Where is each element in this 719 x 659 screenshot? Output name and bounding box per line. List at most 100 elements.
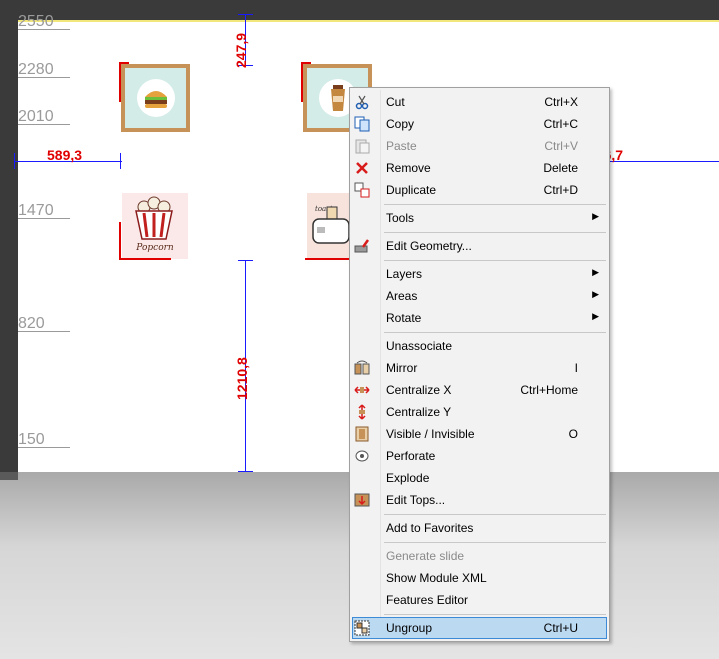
menu-item-label: Mirror [386,361,418,375]
menu-item-perforate[interactable]: Perforate [352,445,607,467]
menu-item-shortcut: O [568,427,578,441]
menu-item-centralize-x[interactable]: Centralize X Ctrl+Home [352,379,607,401]
ruler-tick [18,29,70,30]
submenu-arrow-icon: ▶ [592,311,599,321]
menu-item-label: Remove [386,161,431,175]
menu-item-ungroup[interactable]: Ungroup Ctrl+U [352,617,607,639]
menu-separator [384,260,606,261]
menu-item-label: Edit Geometry... [386,239,472,253]
menu-item-label: Add to Favorites [386,521,474,535]
menu-item-label: Generate slide [386,549,465,563]
menu-item-copy[interactable]: Copy Ctrl+C [352,113,607,135]
menu-item-label: Rotate [386,311,422,325]
ruler-label: 2010 [18,108,54,125]
edit-geometry-icon [354,239,370,253]
dimension-end-tick [238,471,253,472]
menu-item-label: Visible / Invisible [386,427,475,441]
menu-item-explode[interactable]: Explode [352,467,607,489]
menu-item-label: Explode [386,471,430,485]
menu-separator [384,332,606,333]
menu-item-label: Areas [386,289,418,303]
menu-item-features-editor[interactable]: Features Editor [352,589,607,611]
menu-item-shortcut: Ctrl+X [544,95,578,109]
menu-item-label: Cut [386,95,405,109]
menu-separator [384,614,606,615]
menu-item-shortcut: Ctrl+D [543,183,578,197]
menu-separator [384,204,606,205]
menu-item-generate-slide[interactable]: Generate slide [352,545,607,567]
menu-item-layers[interactable]: Layers ▶ [352,263,607,285]
dimension-label-left: 589,3 [47,147,83,163]
edit-tops-icon [354,493,370,507]
ungroup-icon [354,620,370,636]
visibility-icon [355,426,369,442]
menu-item-label: Ungroup [386,621,433,635]
menu-item-unassociate[interactable]: Unassociate [352,335,607,357]
menu-item-label: Perforate [386,449,436,463]
menu-item-tools[interactable]: Tools ▶ [352,207,607,229]
submenu-arrow-icon: ▶ [592,211,599,221]
ruler-tick [18,331,70,332]
menu-item-remove[interactable]: Remove Delete [352,157,607,179]
menu-item-duplicate[interactable]: Duplicate Ctrl+D [352,179,607,201]
menu-separator [384,514,606,515]
menu-item-label: Tools [386,211,415,225]
menu-item-label: Show Module XML [386,571,487,585]
menu-item-paste[interactable]: Paste Ctrl+V [352,135,607,157]
menu-item-label: Unassociate [386,339,453,353]
menu-item-visible-invisible[interactable]: Visible / Invisible O [352,423,607,445]
menu-item-mirror[interactable]: Mirror I [352,357,607,379]
menu-item-label: Features Editor [386,593,469,607]
context-menu: Cut Ctrl+X Copy Ctrl+C Paste Ctrl+V Remo… [349,87,610,642]
menu-item-label: Duplicate [386,183,437,197]
ruler-tick [18,77,70,78]
selection-corner [301,62,311,102]
menu-item-areas[interactable]: Areas ▶ [352,285,607,307]
ruler-label: 1470 [18,202,54,219]
menu-item-edit-geometry[interactable]: Edit Geometry... [352,235,607,257]
remove-x-icon [356,162,368,174]
menu-item-add-to-favorites[interactable]: Add to Favorites [352,517,607,539]
menu-item-cut[interactable]: Cut Ctrl+X [352,91,607,113]
viewport-left-wall [0,20,18,480]
ruler-tick [18,447,70,448]
burger-frame[interactable] [121,64,190,132]
viewport-top-bar [0,0,719,20]
submenu-arrow-icon: ▶ [592,267,599,277]
centralize-x-icon [354,386,370,394]
menu-item-label: Centralize X [386,383,452,397]
menu-item-shortcut: Ctrl+C [543,117,578,131]
menu-separator [384,542,606,543]
centralize-y-icon [358,404,366,420]
dimension-label-lower: 1210,8 [234,357,250,400]
menu-item-shortcut: I [574,361,578,375]
menu-item-label: Centralize Y [386,405,452,419]
menu-item-edit-tops[interactable]: Edit Tops... [352,489,607,511]
selection-corner [119,222,171,260]
ruler-tick [18,124,70,125]
ruler-label: 2280 [18,61,54,78]
menu-item-shortcut: Delete [543,161,578,175]
menu-item-label: Paste [386,139,417,153]
paste-icon [355,139,370,154]
dimension-label-top: 247,9 [233,32,249,68]
selection-corner [305,222,349,260]
menu-item-centralize-y[interactable]: Centralize Y [352,401,607,423]
frame-canvas [125,68,186,128]
copy-icon [354,116,370,132]
menu-item-rotate[interactable]: Rotate ▶ [352,307,607,329]
ruler-label: 820 [18,315,45,332]
dimension-end-tick [14,153,15,169]
perforate-icon [355,450,369,462]
ruler-tick [18,218,70,219]
menu-item-show-module-xml[interactable]: Show Module XML [352,567,607,589]
menu-separator [384,232,606,233]
menu-item-shortcut: Ctrl+V [544,139,578,153]
menu-item-shortcut: Ctrl+U [543,621,578,635]
menu-item-label: Edit Tops... [386,493,446,507]
duplicate-icon [354,182,370,198]
dimension-end-tick [238,260,253,261]
burger-icon [136,79,175,117]
selection-corner [119,62,129,102]
mirror-icon [354,360,370,375]
